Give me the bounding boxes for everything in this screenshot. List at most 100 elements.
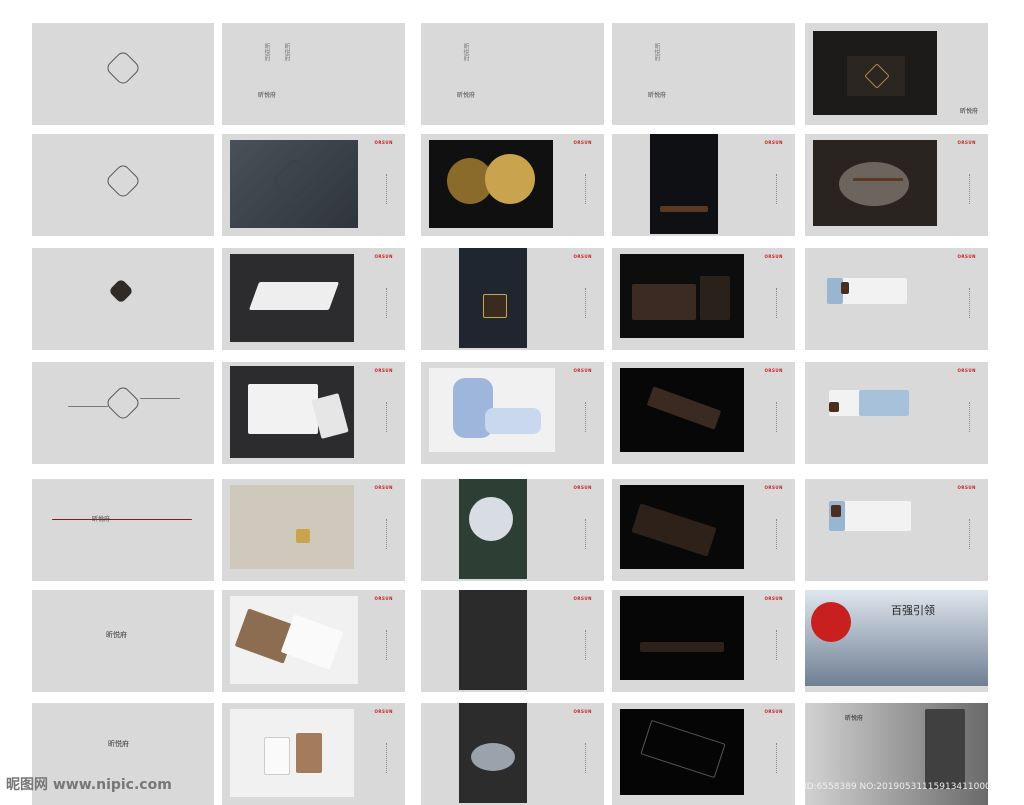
- photo-poster: 百强引领: [805, 590, 988, 686]
- gold-seal-icon: [296, 529, 310, 543]
- type-baseline: [52, 519, 192, 520]
- slide-logo-outline: [32, 23, 214, 125]
- brand-badge: ORSUN: [374, 709, 393, 714]
- photo-embossed-logo: [230, 140, 358, 228]
- poster-headline: 百强引领: [891, 604, 935, 617]
- logo-outline-icon: [104, 49, 142, 87]
- brand-badge: ORSUN: [957, 368, 976, 373]
- slide-porcelain-cup: ORSUN: [421, 362, 604, 464]
- stone-plate-icon: [839, 162, 909, 206]
- slide-envelope: ORSUN: [222, 479, 405, 581]
- photo-envelope: [230, 485, 354, 569]
- slide-typography-diagram: 昕悦府: [32, 479, 214, 581]
- annotation-line-right: [140, 398, 180, 399]
- folded-card-icon: [248, 282, 340, 310]
- wall-sign-icon: [483, 294, 507, 318]
- slide-tray: ORSUN: [421, 703, 604, 805]
- photo-incense-burning: [620, 596, 744, 680]
- vertical-divider: [969, 402, 972, 432]
- vertical-divider: [776, 743, 779, 773]
- fan-icon: [469, 497, 513, 541]
- logo-outline-icon: [104, 162, 142, 200]
- slide-incense-burning: ORSUN: [612, 590, 795, 692]
- card-logo-icon: [831, 505, 841, 517]
- vertical-divider: [585, 288, 588, 318]
- vertical-divider: [386, 402, 389, 432]
- card-logo-icon: [841, 282, 849, 294]
- photo-incense-open: [620, 485, 744, 569]
- photo-dark-box: [813, 31, 937, 115]
- brand-badge: ORSUN: [573, 596, 592, 601]
- photo-fan: [459, 479, 527, 579]
- slide-gold-coins: ORSUN: [421, 134, 604, 236]
- vertical-divider: [585, 630, 588, 660]
- slide-logo-solid: [32, 248, 214, 350]
- card-white-icon: [280, 614, 344, 670]
- brand-badge: ORSUN: [764, 140, 783, 145]
- logo-signature: 昕悦府: [648, 92, 667, 99]
- slide-card-layout: ORSUN: [805, 248, 988, 350]
- brand-badge: ORSUN: [764, 709, 783, 714]
- photo-incense-box: [620, 368, 744, 452]
- slide-card-layout-2: ORSUN: [805, 362, 988, 464]
- incense-box-icon: [646, 386, 722, 430]
- brand-badge: ORSUN: [374, 368, 393, 373]
- slide-logo-vertical-text: 昕悦府 昕悦府 昕悦府: [222, 23, 405, 125]
- brand-badge: ORSUN: [573, 709, 592, 714]
- vertical-divider: [386, 743, 389, 773]
- slide-fan: ORSUN: [421, 479, 604, 581]
- brand-badge: ORSUN: [957, 485, 976, 490]
- brand-badge: ORSUN: [374, 596, 393, 601]
- box-lid-icon: [700, 276, 730, 320]
- slide-logo-annotated: [32, 362, 214, 464]
- annotation-line-left: [68, 406, 108, 407]
- slide-embossed-paper: ORSUN: [222, 134, 405, 236]
- brand-badge: ORSUN: [957, 140, 976, 145]
- brochure-icon: [248, 384, 318, 434]
- vertical-divider: [585, 519, 588, 549]
- poster-figure: [925, 709, 965, 789]
- poster-badge-icon: [811, 602, 851, 642]
- logo-solid-icon: [108, 278, 134, 304]
- photo-bags: [230, 709, 354, 797]
- presentation-grid: 昕悦府 昕悦府 昕悦府 昕悦府 昕悦府 昕悦府 昕悦府 昕悦府 ORSUN OR…: [0, 0, 1024, 805]
- slide-logo-vertical-text: 昕悦府 昕悦府: [612, 23, 795, 125]
- vertical-divider: [386, 288, 389, 318]
- photo-wall-sign: [459, 248, 527, 348]
- vertical-divider: [776, 174, 779, 204]
- brand-badge: ORSUN: [374, 140, 393, 145]
- photo-gold-coins: [429, 140, 553, 228]
- photo-card-angle: [230, 596, 358, 684]
- card-blue-panel: [859, 390, 909, 416]
- slide-logo-outline-large: [32, 134, 214, 236]
- vertical-divider: [776, 630, 779, 660]
- vertical-divider: [585, 174, 588, 204]
- slide-bags: ORSUN: [222, 703, 405, 805]
- photo-wooden-box: [620, 254, 744, 338]
- photo-brochure: [230, 366, 354, 458]
- slide-logo-small: 昕悦府: [32, 590, 214, 692]
- slide-card-layout-3: ORSUN: [805, 479, 988, 581]
- coin-right-icon: [485, 154, 535, 204]
- vertical-divider: [585, 402, 588, 432]
- vertical-divider: [969, 288, 972, 318]
- signature: 昕悦府: [959, 108, 978, 115]
- brand-badge: ORSUN: [374, 485, 393, 490]
- brown-bag-icon: [296, 733, 322, 773]
- photo-incense: [650, 134, 718, 234]
- saucer-icon: [485, 408, 541, 434]
- slide-incense-box-open: ORSUN: [612, 479, 795, 581]
- incense-holder-icon: [640, 642, 724, 652]
- brand-badge: ORSUN: [374, 254, 393, 259]
- vertical-divider: [386, 630, 389, 660]
- watermark-right: ID:6558389 NO:20190531115913411000: [804, 782, 991, 792]
- slide-incense-smoke: ORSUN: [612, 134, 795, 236]
- embossed-logo-icon: [270, 156, 320, 206]
- vertical-text-left: 昕悦府: [263, 43, 270, 61]
- logo-signature: 昕悦府: [457, 92, 476, 99]
- vertical-divider: [585, 743, 588, 773]
- photo-porcelain: [429, 368, 555, 452]
- logo-wordmark: 昕悦府: [106, 631, 127, 639]
- brand-badge: ORSUN: [573, 254, 592, 259]
- brand-badge: ORSUN: [573, 140, 592, 145]
